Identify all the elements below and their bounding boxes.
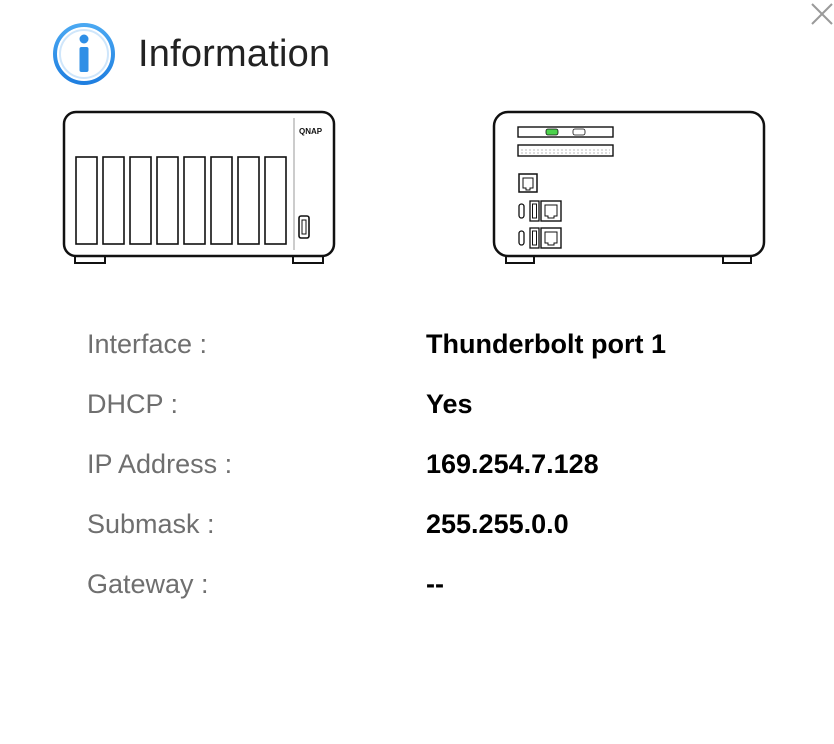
close-icon: [811, 3, 833, 25]
dhcp-label: DHCP :: [87, 388, 179, 419]
submask-label: Submask :: [87, 508, 215, 539]
nas-brand-logo: QNAP: [299, 127, 323, 136]
interface-label: Interface :: [87, 328, 208, 359]
nas-front-illustration: QNAP: [58, 108, 342, 270]
dialog-header: Information: [52, 22, 330, 86]
submask-value: 255.255.0.0: [426, 508, 569, 539]
info-row-submask: Submask : 255.255.0.0: [87, 494, 787, 554]
nas-rear-illustration: [489, 108, 771, 270]
network-info-table: Interface : Thunderbolt port 1 DHCP : Ye…: [87, 314, 787, 614]
gateway-value: --: [426, 568, 444, 599]
close-button[interactable]: [806, 0, 834, 28]
gateway-label: Gateway :: [87, 568, 209, 599]
nas-rear-ports-icon: [492, 110, 766, 264]
information-dialog: Information QNAP Interface: Thunderbolt…: [0, 0, 834, 744]
dhcp-value: Yes: [426, 388, 473, 419]
nas-front-icon: QNAP: [62, 110, 336, 264]
interface-value: Thunderbolt port 1: [426, 328, 666, 359]
info-icon: [53, 23, 115, 85]
ip-address-value: 169.254.7.128: [426, 448, 599, 479]
info-row-interface: Interface : Thunderbolt port 1: [87, 314, 787, 374]
ip-address-label: IP Address :: [87, 448, 233, 479]
info-row-gateway: Gateway : --: [87, 554, 787, 614]
info-row-ip-address: IP Address : 169.254.7.128: [87, 434, 787, 494]
dialog-title: Information: [138, 32, 331, 75]
info-row-dhcp: DHCP : Yes: [87, 374, 787, 434]
